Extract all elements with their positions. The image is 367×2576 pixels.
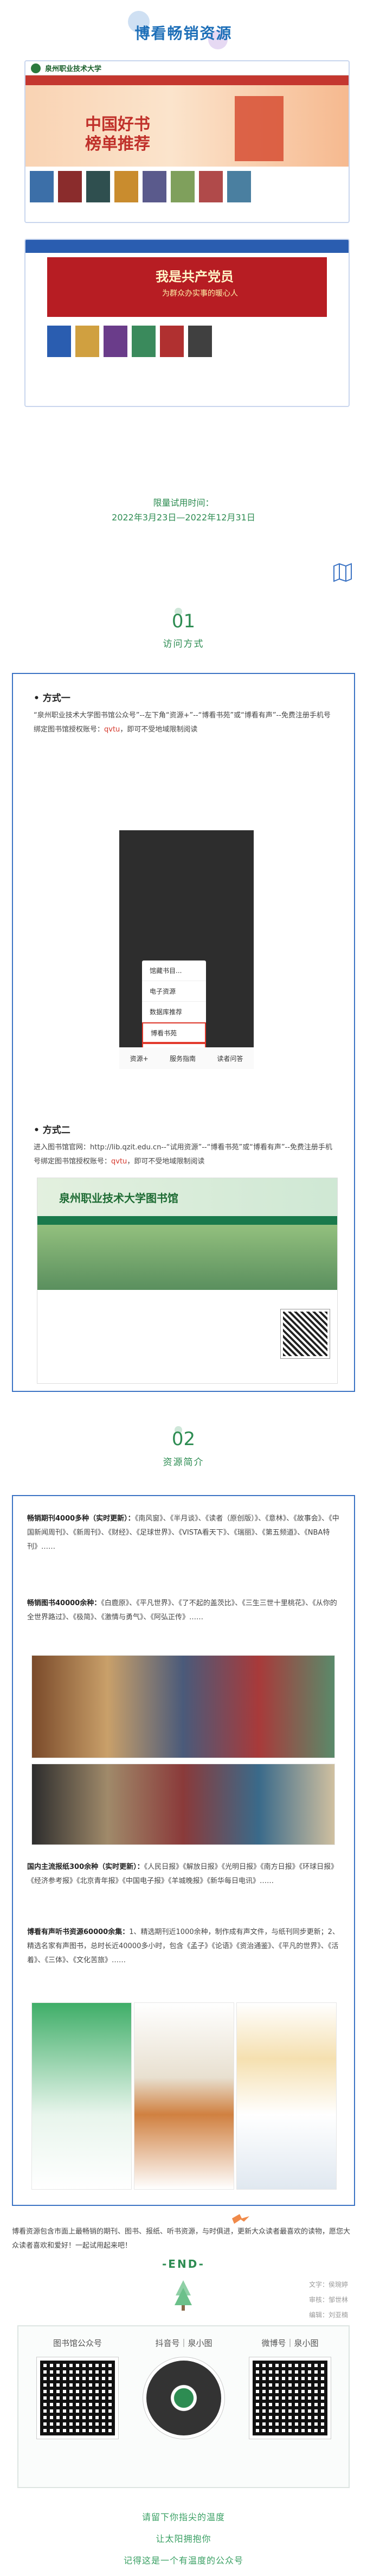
resource-paragraph: 畅销期刊4000多种（实时更新）：《南风窗》、《半月谈》、《读者（原创版）》、《…	[27, 1512, 342, 1554]
section-title: 访问方式	[163, 639, 204, 650]
book-cover	[75, 326, 99, 357]
qr-code	[249, 2357, 331, 2439]
qr-label: 抖音号｜泉小图	[155, 2338, 213, 2348]
tail-line: 让太阳拥抱你	[156, 2534, 211, 2544]
bottom-tab[interactable]: 服务指南	[170, 1054, 196, 1063]
magazines-image	[31, 1655, 335, 1758]
method-text-part: 进入图书馆官网：	[34, 1143, 91, 1152]
qr-section: 图书馆公众号 抖音号｜泉小图 微博号｜泉小图	[17, 2325, 350, 2488]
audio-site-screenshot: 我是共产党员 为群众办实事的暖心人	[24, 239, 350, 407]
tail-line: 记得这是一个有温度的公众号	[123, 2555, 243, 2566]
end-title: -END-	[162, 2257, 205, 2270]
bottom-tab[interactable]: 读者问答	[217, 1054, 243, 1063]
credit-line: 审核：邹世林	[309, 2296, 349, 2304]
app-screenshot	[236, 2002, 337, 2190]
resource-paragraph: 博看有声听书资源60000余集：1、精选期刊近1000余种，制作成有声文件，与纸…	[27, 1925, 342, 1968]
section-title: 资源简介	[163, 1457, 204, 1468]
book-cover	[114, 171, 138, 202]
method-text-part: ，即可不受地域限制阅读	[120, 726, 198, 734]
section-number: 01	[171, 610, 196, 632]
qr-label: 图书馆公众号	[53, 2338, 102, 2348]
qr-code	[280, 1309, 330, 1359]
book-cover	[132, 326, 156, 357]
book-cover	[104, 326, 127, 357]
resource-heading: 畅销图书40000余种：	[27, 1599, 101, 1607]
outro-text: 博看资源包含市面上最畅销的期刊、图书、报纸、听书资源，与时俱进，更新大众读者最喜…	[12, 2228, 351, 2250]
website-screenshot: 泉州职业技术大学 中国好书 榜单推荐	[24, 60, 350, 223]
book-cover	[86, 171, 110, 202]
credit-line: 文字：侯琬婷	[309, 2281, 349, 2288]
book-cover	[227, 171, 251, 202]
app-screenshot	[31, 2002, 132, 2190]
method-text: 进入图书馆官网：http://lib.qzit.edu.cn--“试用资源”--…	[34, 1141, 337, 1169]
menu-item[interactable]: 馆藏书目...	[142, 961, 206, 981]
book-cover	[160, 326, 184, 357]
phone-screenshot: 馆藏书目... 电子资源 数据库推荐 博看书苑 博看有声 资源+ 服务指南 读者…	[119, 830, 254, 1069]
book-stack-image	[235, 96, 284, 161]
book-cover	[30, 171, 54, 202]
trial-range: 2022年3月23日—2022年12月31日	[112, 512, 255, 523]
bottom-tab[interactable]: 资源+	[130, 1054, 149, 1063]
tail-line: 请留下你指尖的温度	[141, 2512, 225, 2522]
credit-line: 编辑：刘亚楠	[309, 2311, 349, 2319]
book-cover	[188, 326, 212, 357]
douyin-code	[143, 2357, 225, 2439]
qr-code	[36, 2357, 119, 2439]
resource-heading: 国内主流报纸300余种（实时更新）：	[27, 1863, 144, 1871]
menu-item[interactable]: 电子资源	[142, 981, 206, 1002]
qr-column: 图书馆公众号	[26, 2337, 129, 2439]
banner-line: 榜单推荐	[85, 135, 150, 154]
audio-site-header	[25, 240, 349, 253]
qr-column: 微博号｜泉小图	[239, 2337, 342, 2439]
banner-title: 我是共产党员	[156, 269, 234, 284]
resource-heading: 畅销期刊4000多种（实时更新）：	[27, 1515, 135, 1523]
banner-text: 中国好书 榜单推荐	[85, 115, 150, 154]
book-cover	[58, 171, 82, 202]
credits: 文字：侯琬婷 审核：邹世林 编辑：刘亚楠	[309, 2277, 348, 2323]
method-text-part: ，即可不受地域限制阅读	[127, 1157, 205, 1166]
party-banner: 我是共产党员 为群众办实事的暖心人	[47, 257, 327, 317]
book-cover	[47, 326, 71, 357]
website-nav	[37, 1216, 337, 1225]
banner-line: 中国好书	[85, 115, 150, 134]
qr-label: 微博号｜泉小图	[261, 2338, 319, 2348]
site-nav	[25, 75, 349, 85]
website-banner	[37, 1225, 337, 1290]
audio-book-row	[25, 321, 349, 361]
account-name: qvtu	[111, 1157, 127, 1166]
library-url[interactable]: http://lib.qzit.edu.cn	[90, 1143, 161, 1152]
menu-item-highlight[interactable]: 博看书苑	[142, 1022, 206, 1043]
site-header: 泉州职业技术大学	[25, 61, 349, 75]
website-header: 泉州职业技术大学图书馆	[37, 1178, 337, 1216]
trial-label: 限量试用时间：	[153, 498, 214, 508]
books-image	[31, 1764, 335, 1845]
account-name: qvtu	[104, 726, 120, 734]
map-icon	[333, 563, 352, 582]
resource-heading: 博看有声听书资源60000余集：	[27, 1928, 130, 1936]
book-cover	[143, 171, 166, 202]
method-text: “泉州职业技术大学图书馆公众号”--左下角“资源+”--“博看书苑”或“博看有声…	[34, 709, 337, 737]
phone-bottom-bar: 资源+ 服务指南 读者问答	[119, 1047, 254, 1069]
menu-item[interactable]: 数据库推荐	[142, 1002, 206, 1022]
resource-paragraph: 国内主流报纸300余种（实时更新）：《人民日报》《解放日报》《光明日报》《南方日…	[27, 1860, 342, 1888]
page-title: 博看畅销资源	[134, 24, 233, 42]
logo-icon	[31, 63, 41, 73]
library-website-screenshot: 泉州职业技术大学图书馆	[37, 1178, 338, 1384]
section-number: 02	[171, 1428, 196, 1450]
app-screenshot	[134, 2002, 234, 2190]
tree-icon	[175, 2280, 192, 2311]
qr-column: 抖音号｜泉小图	[132, 2337, 235, 2439]
banner-subtitle: 为群众办实事的暖心人	[162, 289, 238, 298]
book-cover	[199, 171, 223, 202]
method-heading: 方式二	[34, 1122, 70, 1136]
book-cover	[171, 171, 195, 202]
book-row	[25, 167, 349, 207]
method-heading: 方式一	[34, 690, 70, 704]
book-banner: 中国好书 榜单推荐	[25, 85, 349, 167]
site-name: 泉州职业技术大学	[45, 65, 102, 73]
resource-paragraph: 畅销图书40000余种：《白鹿原》、《平凡世界》、《了不起的盖茨比》、《三生三世…	[27, 1597, 342, 1625]
